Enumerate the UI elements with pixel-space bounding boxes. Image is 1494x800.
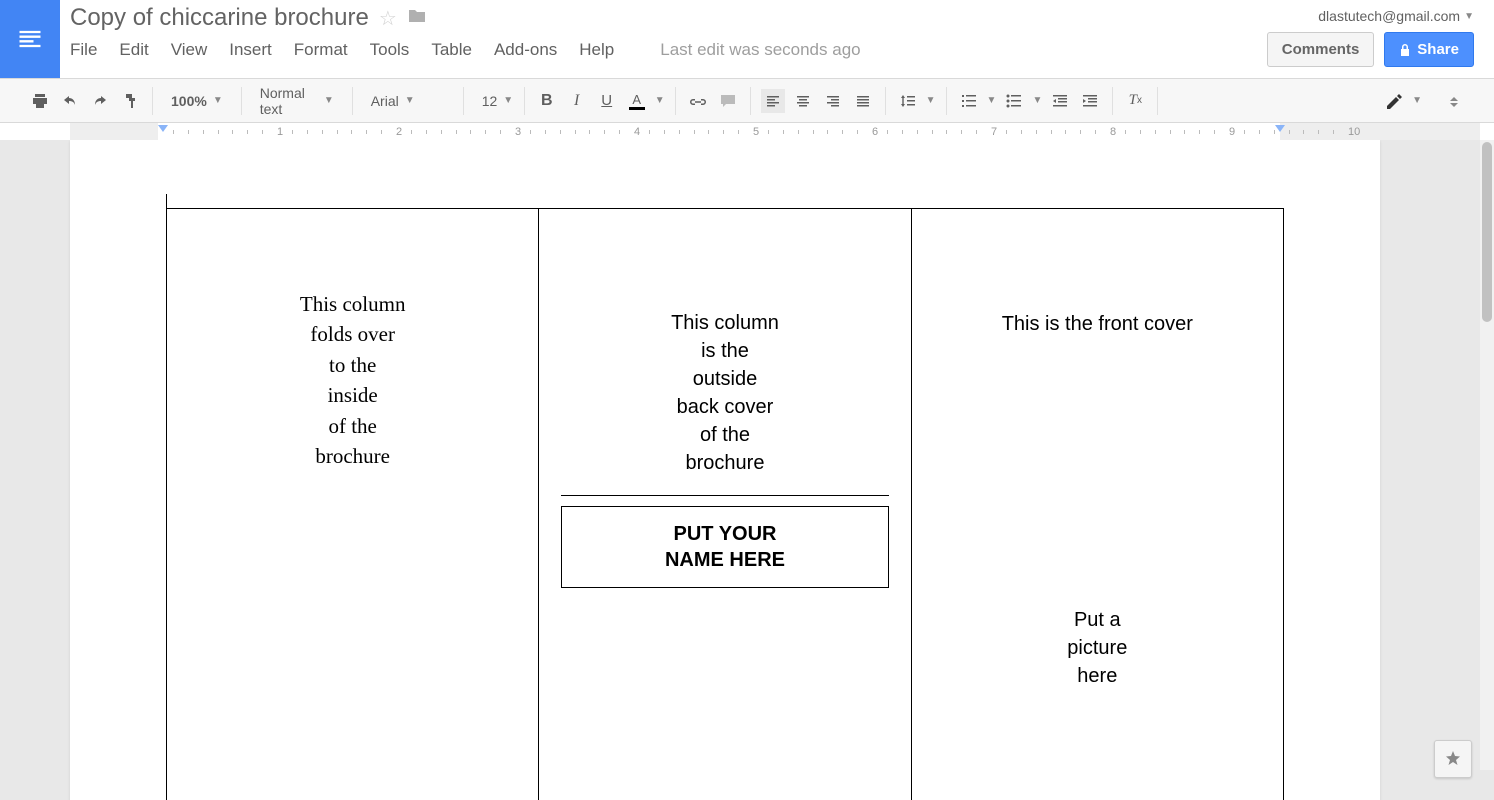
caret-down-icon[interactable]: ▼ xyxy=(1032,95,1042,106)
caret-down-icon: ▼ xyxy=(213,95,223,106)
last-edit-text[interactable]: Last edit was seconds ago xyxy=(660,40,860,60)
ruler-number: 4 xyxy=(634,126,640,138)
lock-icon xyxy=(1399,43,1411,57)
header: Copy of chiccarine brochure ☆ File Edit … xyxy=(0,0,1494,79)
comment-icon[interactable] xyxy=(716,89,740,113)
divider-line xyxy=(561,495,888,496)
ruler-number: 10 xyxy=(1348,126,1360,138)
undo-icon[interactable] xyxy=(58,89,82,113)
ruler-number: 7 xyxy=(991,126,997,138)
menu-table[interactable]: Table xyxy=(431,40,472,60)
ruler-number: 9 xyxy=(1229,126,1235,138)
text-cursor xyxy=(166,194,167,216)
col3-picture-placeholder[interactable]: Put apicturehere xyxy=(930,606,1265,690)
user-email-text: dlastutech@gmail.com xyxy=(1318,8,1460,24)
caret-down-icon[interactable]: ▼ xyxy=(1412,95,1422,106)
bulleted-list-icon[interactable] xyxy=(1002,89,1026,113)
hide-menus-icon[interactable] xyxy=(1442,89,1466,113)
ruler-number: 8 xyxy=(1110,126,1116,138)
editing-mode-icon[interactable] xyxy=(1382,89,1406,113)
header-right: dlastutech@gmail.com ▼ Comments Share xyxy=(1247,0,1494,75)
col3-title[interactable]: This is the front cover xyxy=(930,313,1265,336)
brochure-col-1[interactable]: This columnfolds overto theinsideof theb… xyxy=(167,209,539,800)
link-icon[interactable] xyxy=(686,89,710,113)
ruler[interactable]: 1 2 3 4 5 6 7 8 9 10 xyxy=(0,123,1494,141)
ruler-left-marker[interactable] xyxy=(158,125,168,132)
share-label: Share xyxy=(1417,41,1459,58)
caret-down-icon[interactable]: ▼ xyxy=(926,95,936,106)
user-email[interactable]: dlastutech@gmail.com ▼ xyxy=(1318,8,1474,24)
underline-icon[interactable]: U xyxy=(595,89,619,113)
docs-logo[interactable] xyxy=(0,0,60,78)
explore-icon xyxy=(1443,749,1463,769)
menu-addons[interactable]: Add-ons xyxy=(494,40,557,60)
document-title[interactable]: Copy of chiccarine brochure xyxy=(70,4,369,32)
menu-tools[interactable]: Tools xyxy=(370,40,410,60)
menubar: File Edit View Insert Format Tools Table… xyxy=(70,32,1237,60)
title-area: Copy of chiccarine brochure ☆ File Edit … xyxy=(60,0,1247,60)
folder-icon[interactable] xyxy=(407,8,427,29)
menu-edit[interactable]: Edit xyxy=(119,40,148,60)
italic-icon[interactable]: I xyxy=(565,89,589,113)
style-value: Normal text xyxy=(260,85,318,117)
menu-file[interactable]: File xyxy=(70,40,97,60)
font-size-select[interactable]: 12 ▼ xyxy=(474,93,514,109)
brochure-col-2[interactable]: This columnis theoutsideback coverof the… xyxy=(539,209,911,800)
toolbar: 100%▼ Normal text▼ Arial▼ 12▼ B I U A ▼ … xyxy=(0,79,1494,123)
caret-down-icon: ▼ xyxy=(1464,11,1474,22)
align-justify-icon[interactable] xyxy=(851,89,875,113)
numbered-list-icon[interactable] xyxy=(957,89,981,113)
caret-down-icon: ▼ xyxy=(324,95,334,106)
ruler-right-marker[interactable] xyxy=(1275,125,1285,132)
star-icon[interactable]: ☆ xyxy=(379,6,397,31)
font-size-value: 12 xyxy=(482,93,498,109)
col2-text[interactable]: This columnis theoutsideback coverof the… xyxy=(557,309,892,477)
font-value: Arial xyxy=(371,93,399,109)
zoom-select[interactable]: 100% ▼ xyxy=(163,93,231,109)
line-spacing-icon[interactable] xyxy=(896,89,920,113)
namebox-line1: PUT YOUR xyxy=(674,523,777,545)
align-right-icon[interactable] xyxy=(821,89,845,113)
brochure-table[interactable]: This columnfolds overto theinsideof theb… xyxy=(166,208,1284,800)
docs-icon xyxy=(16,25,44,53)
redo-icon[interactable] xyxy=(88,89,112,113)
caret-down-icon[interactable]: ▼ xyxy=(987,95,997,106)
namebox-line2: NAME HERE xyxy=(665,549,785,571)
align-center-icon[interactable] xyxy=(791,89,815,113)
paint-format-icon[interactable] xyxy=(118,89,142,113)
vertical-scrollbar[interactable] xyxy=(1480,140,1494,770)
clear-formatting-icon[interactable]: Tx xyxy=(1123,89,1147,113)
scrollbar-thumb[interactable] xyxy=(1482,142,1492,322)
text-color-icon[interactable]: A xyxy=(625,89,649,113)
increase-indent-icon[interactable] xyxy=(1078,89,1102,113)
align-left-icon[interactable] xyxy=(761,89,785,113)
menu-help[interactable]: Help xyxy=(579,40,614,60)
zoom-value: 100% xyxy=(171,93,207,109)
ruler-number: 1 xyxy=(277,126,283,138)
menu-format[interactable]: Format xyxy=(294,40,348,60)
col1-text[interactable]: This columnfolds overto theinsideof theb… xyxy=(185,289,520,472)
menu-insert[interactable]: Insert xyxy=(229,40,272,60)
font-select[interactable]: Arial ▼ xyxy=(363,93,453,109)
style-select[interactable]: Normal text ▼ xyxy=(252,85,342,117)
caret-down-icon: ▼ xyxy=(503,95,513,106)
print-icon[interactable] xyxy=(28,89,52,113)
caret-down-icon[interactable]: ▼ xyxy=(655,95,665,106)
document-canvas[interactable]: This columnfolds overto theinsideof theb… xyxy=(0,140,1494,800)
share-button[interactable]: Share xyxy=(1384,32,1474,67)
comments-button[interactable]: Comments xyxy=(1267,32,1375,67)
decrease-indent-icon[interactable] xyxy=(1048,89,1072,113)
name-box[interactable]: PUT YOUR NAME HERE xyxy=(561,506,888,588)
page[interactable]: This columnfolds overto theinsideof theb… xyxy=(70,140,1380,800)
ruler-number: 2 xyxy=(396,126,402,138)
ruler-number: 3 xyxy=(515,126,521,138)
caret-down-icon: ▼ xyxy=(405,95,415,106)
bold-icon[interactable]: B xyxy=(535,89,559,113)
ruler-number: 5 xyxy=(753,126,759,138)
ruler-number: 6 xyxy=(872,126,878,138)
brochure-col-3[interactable]: This is the front cover Put apicturehere xyxy=(912,209,1283,800)
menu-view[interactable]: View xyxy=(171,40,208,60)
explore-button[interactable] xyxy=(1434,740,1472,778)
